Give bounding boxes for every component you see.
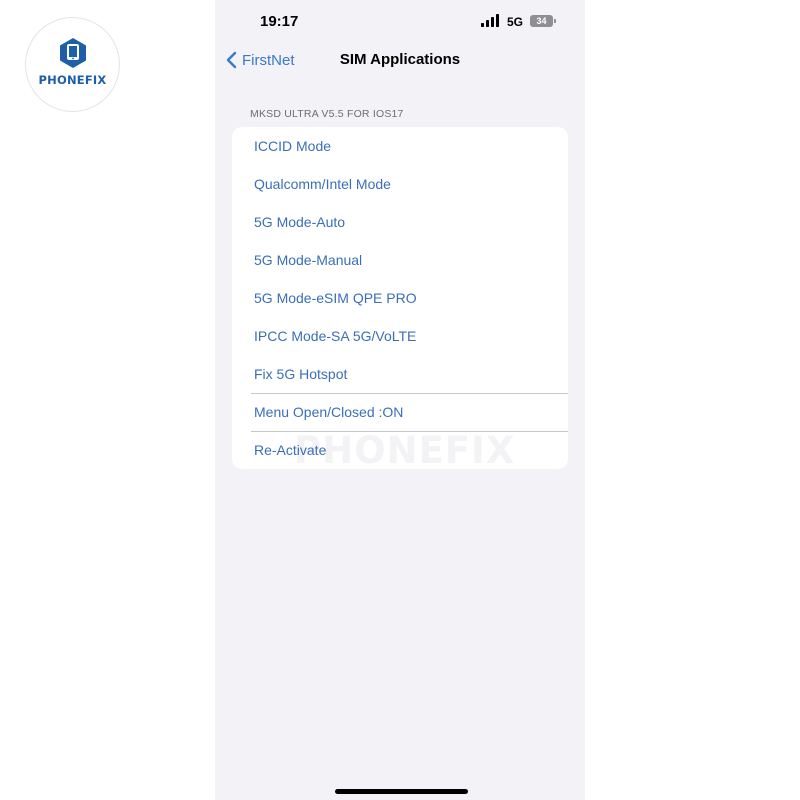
menu-item-label: Fix 5G Hotspot (254, 366, 348, 382)
menu-item-label: 5G Mode-Auto (254, 214, 346, 230)
menu-item-5g-mode-manual[interactable]: 5G Mode-Manual (232, 241, 568, 279)
battery-cap (554, 19, 556, 23)
status-bar: 19:17 5G 34 (215, 0, 585, 44)
row-divider (251, 431, 568, 432)
menu-item-label: Qualcomm/Intel Mode (254, 176, 391, 192)
network-type: 5G (507, 15, 524, 29)
home-indicator[interactable] (335, 789, 468, 794)
cellular-signal-icon (481, 14, 499, 27)
menu-item-menu-open-closed[interactable]: Menu Open/Closed :ON (232, 393, 568, 431)
phone-screen: 19:17 5G 34 SIM Applications FirstNet MK… (215, 0, 585, 800)
menu-item-label: 5G Mode-Manual (254, 252, 363, 268)
sim-applications-list: PHONEFIX ICCID Mode Qualcomm/Intel Mode … (232, 127, 568, 469)
chevron-left-icon (226, 51, 237, 69)
menu-item-qualcomm-intel-mode[interactable]: Qualcomm/Intel Mode (232, 165, 568, 203)
menu-item-label: Menu Open/Closed :ON (254, 404, 404, 420)
phonefix-logo: PHONEFIX (25, 17, 120, 112)
back-button[interactable]: FirstNet (225, 48, 295, 72)
row-divider (251, 393, 568, 394)
section-header: MKSD ULTRA V5.5 FOR IOS17 (250, 108, 404, 120)
menu-item-fix-5g-hotspot[interactable]: Fix 5G Hotspot (232, 355, 568, 393)
phonefix-logo-text: PHONEFIX (38, 72, 107, 87)
menu-item-re-activate[interactable]: Re-Activate (232, 431, 568, 469)
screenshot-canvas: PHONEFIX 19:17 5G 34 SIM Applications Fi… (0, 0, 800, 800)
phonefix-logo-icon (59, 37, 86, 68)
menu-item-iccid-mode[interactable]: ICCID Mode (232, 127, 568, 165)
menu-item-label: 5G Mode-eSIM QPE PRO (254, 290, 417, 306)
status-time: 19:17 (260, 13, 299, 30)
menu-item-label: ICCID Mode (254, 138, 332, 154)
menu-item-label: IPCC Mode-SA 5G/VoLTE (254, 328, 417, 344)
battery-level: 34 (536, 15, 547, 26)
menu-item-5g-mode-auto[interactable]: 5G Mode-Auto (232, 203, 568, 241)
menu-item-5g-mode-esim-qpe-pro[interactable]: 5G Mode-eSIM QPE PRO (232, 279, 568, 317)
menu-item-label: Re-Activate (254, 442, 327, 458)
menu-item-ipcc-mode-sa[interactable]: IPCC Mode-SA 5G/VoLTE (232, 317, 568, 355)
battery-icon: 34 (530, 15, 553, 27)
back-button-label: FirstNet (242, 51, 295, 69)
navigation-bar: SIM Applications FirstNet (215, 44, 585, 76)
